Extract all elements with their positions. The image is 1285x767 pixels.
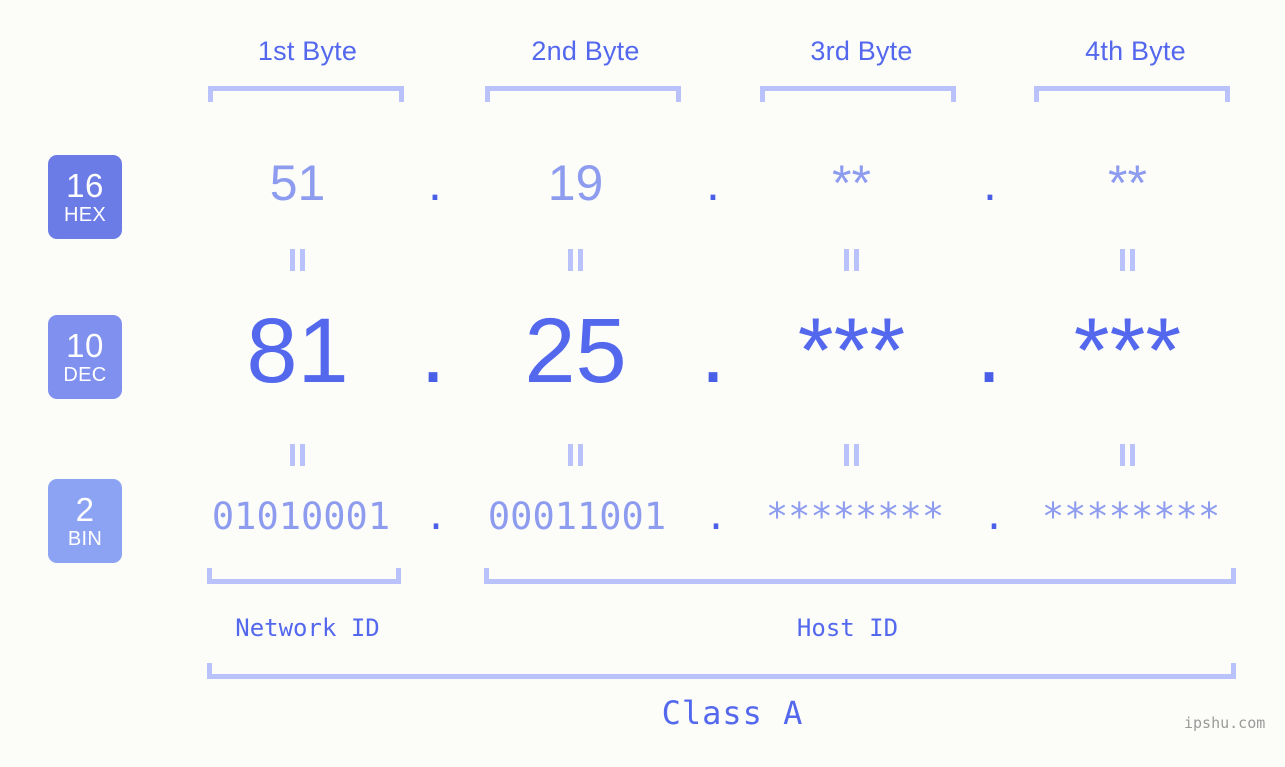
host-id-bracket: [484, 568, 1236, 584]
bin-byte-value-4: ********: [1041, 495, 1221, 538]
byte-bracket-top-2: [485, 86, 681, 102]
bin-separator-1: .: [424, 495, 448, 538]
byte-header-label-3: 3rd Byte: [810, 36, 913, 66]
equals-mark-hex-dec-1: [190, 249, 405, 271]
host-id-label: Host ID: [796, 614, 899, 642]
hex-byte-value-2: 19: [547, 155, 604, 211]
watermark-ipshu: ipshu.com: [1184, 714, 1266, 732]
dec-separator-3: .: [976, 300, 1002, 402]
base-badge-dec-number: 10: [66, 327, 104, 364]
hex-byte-value-3: **: [832, 155, 871, 211]
base-badge-dec: 10 DEC: [48, 315, 122, 399]
bin-byte-value-3: ********: [765, 495, 945, 538]
byte-header-label-2: 2nd Byte: [531, 36, 640, 66]
dec-byte-value-4: ***: [1073, 300, 1182, 402]
base-badge-hex-number: 16: [66, 167, 104, 204]
base-badge-bin-name: BIN: [67, 528, 103, 550]
dec-separator-1: .: [420, 300, 446, 402]
bin-separator-2: .: [704, 495, 728, 538]
dec-byte-value-1: 81: [246, 300, 349, 402]
equals-mark-hex-dec-4: [1020, 249, 1235, 271]
network-id-bracket: [207, 568, 401, 584]
base-badge-hex-name: HEX: [63, 204, 107, 226]
byte-header-label-4: 4th Byte: [1085, 36, 1186, 66]
hex-byte-value-4: **: [1108, 155, 1147, 211]
hex-byte-value-1: 51: [269, 155, 326, 211]
byte-header-label-1: 1st Byte: [257, 36, 358, 66]
equals-mark-dec-bin-4: [1020, 444, 1235, 466]
ip-address-breakdown-diagram: 1st Byte 2nd Byte 3rd Byte 4th Byte 16 H…: [0, 0, 1285, 767]
byte-bracket-top-4: [1034, 86, 1230, 102]
dec-byte-value-3: ***: [797, 300, 906, 402]
hex-separator-2: .: [706, 155, 720, 211]
hex-separator-1: .: [428, 155, 442, 211]
equals-mark-hex-dec-3: [744, 249, 959, 271]
equals-mark-dec-bin-2: [468, 444, 683, 466]
dec-separator-2: .: [700, 300, 726, 402]
hex-separator-3: .: [983, 155, 997, 211]
bin-separator-3: .: [982, 495, 1006, 538]
base-badge-dec-name: DEC: [63, 364, 107, 386]
byte-bracket-top-3: [760, 86, 956, 102]
class-bracket: [207, 663, 1236, 679]
base-badge-hex: 16 HEX: [48, 155, 122, 239]
network-id-label: Network ID: [235, 614, 380, 642]
byte-bracket-top-1: [208, 86, 404, 102]
equals-mark-dec-bin-1: [190, 444, 405, 466]
dec-byte-value-2: 25: [524, 300, 627, 402]
base-badge-bin-number: 2: [75, 491, 95, 528]
bin-byte-value-2: 00011001: [487, 495, 667, 538]
equals-mark-dec-bin-3: [744, 444, 959, 466]
bin-byte-value-1: 01010001: [211, 495, 391, 538]
equals-mark-hex-dec-2: [468, 249, 683, 271]
class-label: Class A: [661, 694, 804, 732]
base-badge-bin: 2 BIN: [48, 479, 122, 563]
